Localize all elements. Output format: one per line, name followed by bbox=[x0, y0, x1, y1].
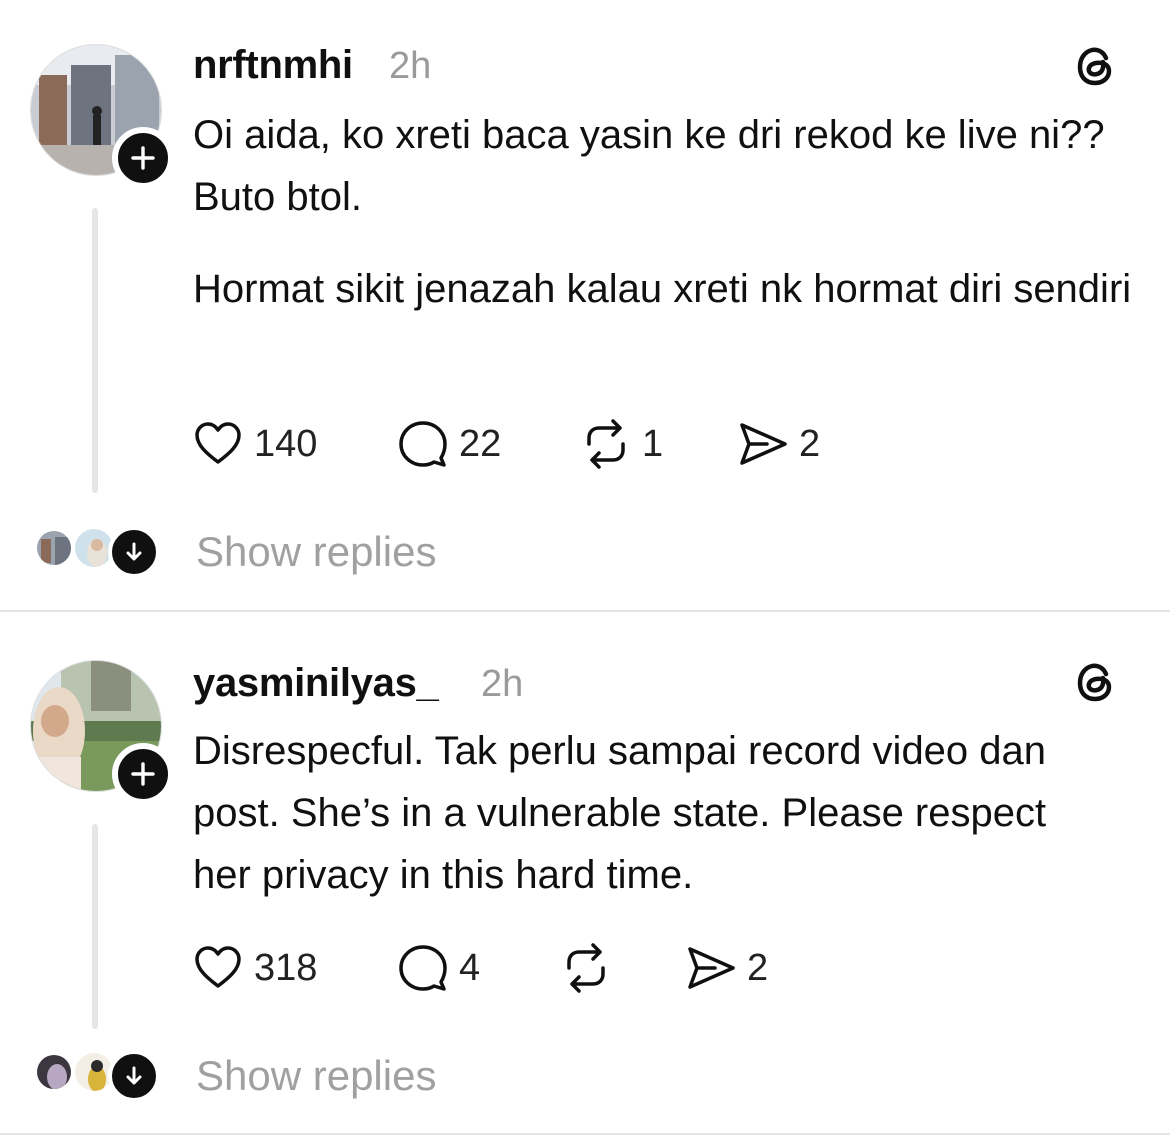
repost-count: 1 bbox=[642, 422, 664, 465]
share-count: 2 bbox=[747, 946, 769, 989]
like-button[interactable]: 140 bbox=[192, 416, 317, 472]
show-replies-row[interactable]: Show replies bbox=[0, 522, 1170, 582]
thread-line bbox=[92, 208, 98, 493]
threads-logo-icon[interactable] bbox=[1072, 42, 1120, 90]
comment-count: 22 bbox=[459, 422, 502, 465]
share-button[interactable]: 2 bbox=[685, 940, 768, 996]
comment-button[interactable]: 4 bbox=[397, 940, 480, 996]
send-icon bbox=[740, 423, 787, 465]
comment-button[interactable]: 22 bbox=[397, 416, 501, 472]
repost-button[interactable]: 1 bbox=[580, 416, 663, 472]
share-count: 2 bbox=[799, 422, 821, 465]
expand-replies-button[interactable] bbox=[108, 1050, 160, 1102]
thread-post: nrftnmhi 2h Oi aida, ko xreti baca yasin… bbox=[0, 0, 1170, 611]
comment-bubble-icon bbox=[399, 945, 447, 991]
plus-icon bbox=[131, 146, 155, 170]
follow-button[interactable] bbox=[112, 743, 174, 805]
heart-icon bbox=[195, 422, 241, 464]
like-count: 140 bbox=[254, 422, 318, 465]
arrow-down-icon bbox=[126, 542, 142, 561]
comment-count: 4 bbox=[459, 946, 481, 989]
like-button[interactable]: 318 bbox=[192, 940, 317, 996]
post-time: 2h bbox=[389, 45, 432, 87]
reply-avatar bbox=[34, 1052, 74, 1092]
follow-button[interactable] bbox=[112, 127, 174, 189]
arrow-down-icon bbox=[126, 1066, 142, 1085]
show-replies-row[interactable]: Show replies bbox=[0, 1046, 1170, 1106]
repost-icon bbox=[587, 419, 625, 469]
repost-icon bbox=[567, 943, 605, 993]
send-icon bbox=[688, 947, 735, 989]
show-replies-link[interactable]: Show replies bbox=[196, 1052, 436, 1100]
show-replies-link[interactable]: Show replies bbox=[196, 528, 436, 576]
username[interactable]: nrftnmhi bbox=[193, 43, 353, 88]
thread-line bbox=[92, 824, 98, 1029]
divider bbox=[0, 1133, 1170, 1135]
post-time: 2h bbox=[481, 663, 524, 705]
heart-icon bbox=[195, 946, 241, 988]
plus-icon bbox=[131, 762, 155, 786]
post-text: Oi aida, ko xreti baca yasin ke dri reko… bbox=[193, 113, 1105, 219]
comment-bubble-icon bbox=[399, 421, 447, 467]
like-count: 318 bbox=[254, 946, 318, 989]
threads-logo-icon[interactable] bbox=[1072, 658, 1120, 706]
reply-avatar bbox=[34, 528, 74, 568]
post-text: Hormat sikit jenazah kalau xreti nk horm… bbox=[193, 267, 1132, 311]
expand-replies-button[interactable] bbox=[108, 526, 160, 578]
thread-post: yasminilyas_ 2h Disrespecful. Tak perlu … bbox=[0, 612, 1170, 1136]
username[interactable]: yasminilyas_ bbox=[193, 661, 439, 706]
repost-button[interactable] bbox=[560, 940, 622, 996]
post-text: Disrespecful. Tak perlu sampai record vi… bbox=[193, 729, 1047, 897]
share-button[interactable]: 2 bbox=[737, 416, 820, 472]
